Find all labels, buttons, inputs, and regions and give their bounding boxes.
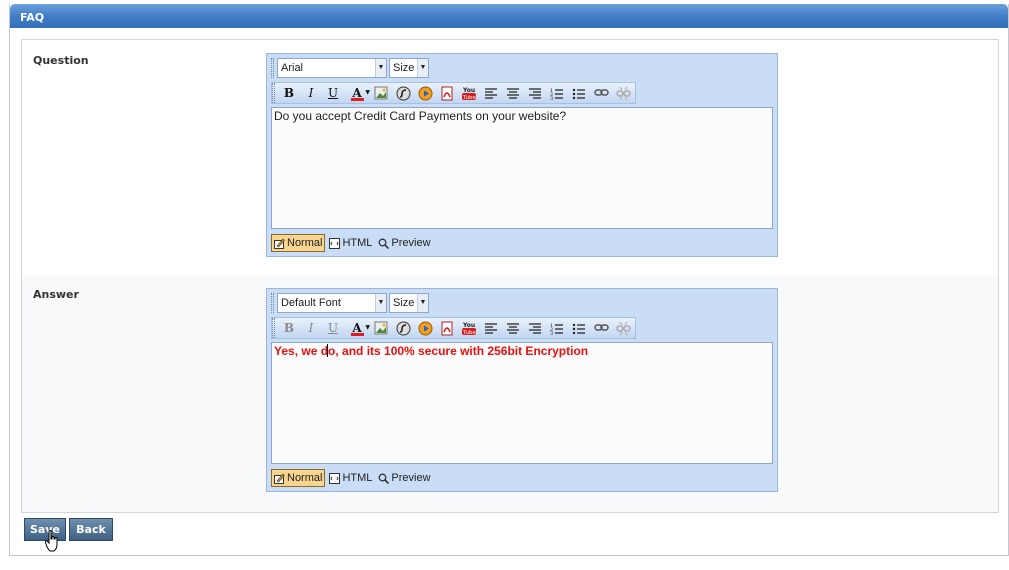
font-family-value: Default Font	[281, 297, 341, 309]
font-color-icon[interactable]: A ▼	[344, 83, 370, 103]
image-icon[interactable]	[370, 318, 392, 338]
pencil-icon	[274, 473, 285, 484]
align-left-icon[interactable]	[480, 318, 502, 338]
youtube-icon[interactable]: You Tube	[458, 83, 480, 103]
font-family-select[interactable]: Default Font ▼	[277, 293, 387, 313]
link-icon[interactable]	[590, 83, 612, 103]
chevron-down-icon: ▼	[417, 294, 428, 312]
mode-html-tab[interactable]: HTML	[327, 234, 374, 252]
answer-mode-tabs: Normal HTML Preview	[271, 469, 435, 487]
question-row: Question Arial ▼ Size ▼ B I U A ▼ You Tu…	[22, 40, 998, 275]
image-icon[interactable]	[370, 83, 392, 103]
mode-preview-label: Preview	[391, 237, 431, 249]
font-family-select[interactable]: Arial ▼	[277, 58, 387, 78]
svg-text:You: You	[462, 322, 475, 329]
mode-preview-tab[interactable]: Preview	[376, 469, 432, 487]
bold-icon[interactable]: B	[278, 83, 300, 103]
question-mode-tabs: Normal HTML Preview	[271, 234, 435, 252]
svg-text:3: 3	[550, 96, 553, 100]
svg-text:3: 3	[550, 331, 553, 335]
unlink-icon[interactable]	[612, 318, 634, 338]
font-size-select[interactable]: Size ▼	[389, 293, 429, 313]
align-right-icon[interactable]	[524, 318, 546, 338]
mode-normal-label: Normal	[287, 472, 323, 484]
align-right-icon[interactable]	[524, 83, 546, 103]
font-size-value: Size	[393, 297, 415, 309]
italic-icon[interactable]: I	[300, 318, 322, 338]
toolbar-grip	[272, 83, 275, 103]
faq-panel: FAQ Question Arial ▼ Size ▼ B I U A ▼ Yo…	[9, 4, 1009, 556]
pdf-icon[interactable]	[436, 318, 458, 338]
bold-icon[interactable]: B	[278, 318, 300, 338]
panel-title: FAQ	[10, 4, 1008, 28]
ordered-list-icon[interactable]: 123	[546, 318, 568, 338]
question-label: Question	[33, 54, 89, 67]
mode-normal-tab[interactable]: Normal	[271, 469, 326, 487]
question-content-area[interactable]: Do you accept Credit Card Payments on yo…	[271, 107, 773, 229]
align-center-icon[interactable]	[502, 318, 524, 338]
answer-toolbar-format: B I U A ▼ You Tube 123	[271, 317, 636, 339]
magnifier-icon	[378, 473, 390, 484]
media-icon[interactable]	[414, 318, 436, 338]
mode-preview-label: Preview	[391, 472, 431, 484]
unlink-icon[interactable]	[612, 83, 634, 103]
media-icon[interactable]	[414, 83, 436, 103]
back-button[interactable]: Back	[69, 518, 113, 541]
unordered-list-icon[interactable]	[568, 318, 590, 338]
hand-cursor-icon	[44, 530, 59, 555]
flash-icon[interactable]	[392, 318, 414, 338]
svg-text:You: You	[462, 87, 475, 94]
answer-label: Answer	[33, 288, 79, 301]
unordered-list-icon[interactable]	[568, 83, 590, 103]
question-text: Do you accept Credit Card Payments on yo…	[274, 109, 567, 123]
link-icon[interactable]	[590, 318, 612, 338]
html-icon	[329, 472, 341, 484]
flash-icon[interactable]	[392, 83, 414, 103]
underline-icon[interactable]: U	[322, 318, 344, 338]
question-editor: Arial ▼ Size ▼ B I U A ▼ You Tube 1 2 3 …	[266, 53, 778, 257]
font-color-icon[interactable]: A ▼	[344, 318, 370, 338]
ordered-list-icon[interactable]: 123	[546, 83, 568, 103]
mode-normal-tab[interactable]: Normal	[271, 234, 326, 252]
answer-toolbar-top: Default Font ▼ Size ▼	[271, 292, 431, 314]
answer-text-end: o, and its 100% secure with 256bit Encry…	[328, 344, 589, 358]
html-icon	[329, 237, 341, 249]
italic-icon[interactable]: I	[300, 83, 322, 103]
youtube-icon[interactable]: You Tube	[458, 318, 480, 338]
mode-normal-label: Normal	[287, 237, 323, 249]
svg-text:Tube: Tube	[462, 95, 477, 101]
answer-row: Answer Default Font ▼ Size ▼ B I U A ▼ Y…	[22, 275, 998, 512]
faq-form: Question Arial ▼ Size ▼ B I U A ▼ You Tu…	[21, 39, 999, 513]
answer-content-area[interactable]: Yes, we do, and its 100% secure with 256…	[271, 342, 773, 464]
font-family-value: Arial	[281, 62, 304, 74]
mode-preview-tab[interactable]: Preview	[376, 234, 432, 252]
toolbar-grip	[272, 318, 275, 338]
toolbar-grip	[271, 58, 274, 78]
underline-icon[interactable]: U	[322, 83, 344, 103]
toolbar-grip	[271, 293, 274, 313]
question-toolbar-format: B I U A ▼ You Tube 123	[271, 82, 636, 104]
svg-text:Tube: Tube	[462, 330, 477, 336]
magnifier-icon	[378, 238, 390, 249]
chevron-down-icon: ▼	[375, 59, 386, 77]
answer-editor: Default Font ▼ Size ▼ B I U A ▼ You Tube…	[266, 288, 778, 492]
mode-html-tab[interactable]: HTML	[327, 469, 374, 487]
answer-text-start: Yes, we d	[274, 344, 329, 358]
mode-html-label: HTML	[342, 237, 373, 249]
chevron-down-icon: ▼	[375, 294, 386, 312]
pdf-icon[interactable]	[436, 83, 458, 103]
mode-html-label: HTML	[342, 472, 373, 484]
question-toolbar-top: Arial ▼ Size ▼	[271, 57, 431, 79]
align-center-icon[interactable]	[502, 83, 524, 103]
chevron-down-icon: ▼	[417, 59, 428, 77]
font-size-value: Size	[393, 62, 415, 74]
align-left-icon[interactable]	[480, 83, 502, 103]
pencil-icon	[274, 238, 285, 249]
font-size-select[interactable]: Size ▼	[389, 58, 429, 78]
